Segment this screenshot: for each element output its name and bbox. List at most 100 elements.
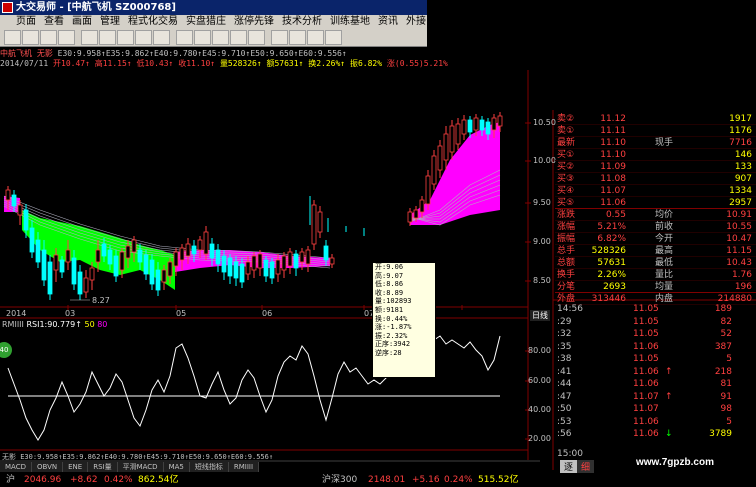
price-tick-label: 9.00 bbox=[533, 237, 551, 246]
candle-body bbox=[125, 245, 131, 259]
menu-item-5[interactable]: 实盘猎庄 bbox=[182, 15, 230, 29]
tick-row[interactable]: :53 11.06 5 bbox=[555, 416, 756, 429]
candle-body bbox=[179, 247, 185, 261]
tick-row[interactable]: :32 11.05 52 bbox=[555, 328, 756, 341]
quote-label: 买① bbox=[557, 150, 575, 160]
tick-price: 11.07 bbox=[633, 404, 659, 414]
tab-zhubi[interactable]: 逐 bbox=[560, 460, 578, 473]
menu-item-2[interactable]: 画面 bbox=[68, 15, 96, 29]
menu-item-6[interactable]: 涨停先锋 bbox=[230, 15, 278, 29]
news-icon[interactable] bbox=[289, 30, 306, 45]
quote-price: 6.82% bbox=[597, 234, 626, 244]
tick-price: 11.05 bbox=[633, 304, 659, 314]
settings-icon[interactable] bbox=[307, 30, 324, 45]
tick-row[interactable]: :47 11.07 ↑ 91 bbox=[555, 391, 756, 404]
quote-volume: 11.15 bbox=[726, 246, 752, 256]
candle-body bbox=[89, 267, 95, 281]
ma-line bbox=[409, 174, 501, 222]
indicator-tab[interactable]: OBVN bbox=[31, 462, 64, 472]
tick-volume: 81 bbox=[720, 379, 732, 389]
window-icon[interactable] bbox=[325, 30, 342, 45]
date-tick-label: 03 bbox=[65, 309, 76, 318]
candle-body bbox=[455, 123, 461, 145]
calc-icon[interactable] bbox=[230, 30, 247, 45]
rsi-tick-label: 60.00 bbox=[528, 376, 551, 385]
quote-row: 涨跌 0.55 均价 10.91 bbox=[555, 209, 756, 221]
menu-item-7[interactable]: 技术分析 bbox=[278, 15, 326, 29]
info-turnover: 换2.26%↑ bbox=[308, 59, 346, 68]
sh-value: 2046.96 bbox=[24, 475, 62, 485]
home-icon[interactable] bbox=[40, 30, 57, 45]
tick-row[interactable]: :50 11.07 98 bbox=[555, 403, 756, 416]
tick-volume: 91 bbox=[720, 391, 732, 402]
ma-line bbox=[3, 205, 331, 269]
menu-item-4[interactable]: 程式化交易 bbox=[124, 15, 182, 29]
minute-icon[interactable] bbox=[135, 30, 152, 45]
sh-amount: 862.54亿 bbox=[138, 475, 179, 485]
candle-body bbox=[461, 119, 467, 135]
info-volume: 量528326↑ bbox=[219, 59, 262, 68]
tick-row[interactable]: :29 11.05 82 bbox=[555, 316, 756, 329]
indicator-tab[interactable]: RMIIII bbox=[228, 462, 260, 472]
tick-price: 11.06 bbox=[633, 416, 659, 427]
period-tab[interactable]: 日线 bbox=[530, 310, 550, 321]
indicator-tab[interactable]: 平滑MACD bbox=[117, 462, 164, 472]
quote-label: 买② bbox=[557, 162, 575, 172]
price-tick-label: 10.00 bbox=[533, 156, 556, 165]
alert-icon[interactable] bbox=[271, 30, 288, 45]
info-low: 低10.43↑ bbox=[136, 59, 174, 68]
tab-xi[interactable]: 细 bbox=[577, 460, 595, 473]
chart-icon[interactable] bbox=[99, 30, 116, 45]
kline-icon[interactable] bbox=[117, 30, 134, 45]
sh-percent: 0.42% bbox=[104, 475, 133, 485]
indicator-tab[interactable]: 短线指标 bbox=[189, 462, 229, 472]
tick-row[interactable]: :35 11.06 387 bbox=[555, 341, 756, 354]
menu-item-9[interactable]: 资讯 bbox=[374, 15, 402, 29]
forward-icon[interactable] bbox=[22, 30, 39, 45]
candle-body bbox=[71, 257, 77, 285]
stock-name: 中航飞机 无影 bbox=[0, 49, 53, 58]
menu-item-3[interactable]: 管理 bbox=[96, 15, 124, 29]
candle-body bbox=[95, 249, 101, 263]
menu-item-10[interactable]: 外接 bbox=[402, 15, 430, 29]
tick-row[interactable]: :38 11.05 5 bbox=[555, 353, 756, 366]
back-icon[interactable] bbox=[4, 30, 21, 45]
candle-body bbox=[35, 239, 41, 263]
draw-icon[interactable] bbox=[212, 30, 229, 45]
candle-body bbox=[77, 271, 83, 295]
rsi-badge-icon[interactable]: 40 bbox=[0, 342, 12, 358]
tick-row[interactable]: :56 11.06 ↓ 3789 bbox=[555, 428, 756, 441]
tick-list[interactable]: 14:56 11.05 189:29 11.05 82:32 11.05 52:35 11.0… bbox=[555, 303, 756, 445]
f10-icon[interactable] bbox=[248, 30, 265, 45]
zoom-in-icon[interactable] bbox=[153, 30, 170, 45]
indicator-tab[interactable]: RSI量 bbox=[88, 462, 118, 472]
menu-item-8[interactable]: 训练基地 bbox=[326, 15, 374, 29]
quote-label: 振幅 bbox=[557, 234, 576, 244]
candle-body bbox=[5, 189, 11, 201]
candle-body bbox=[155, 269, 161, 291]
quote-label: 买④ bbox=[557, 186, 575, 196]
refresh-icon[interactable] bbox=[58, 30, 75, 45]
indicator-tab[interactable]: ENE bbox=[63, 462, 89, 472]
list-icon[interactable] bbox=[81, 30, 98, 45]
candle-body bbox=[257, 253, 263, 269]
tick-row[interactable]: :41 11.06 ↑ 218 bbox=[555, 366, 756, 379]
tick-row[interactable]: 14:56 11.05 189 bbox=[555, 303, 756, 316]
tick-time: :32 bbox=[557, 329, 572, 339]
ma-line bbox=[3, 199, 331, 263]
indicator-icon[interactable] bbox=[194, 30, 211, 45]
menu-item-1[interactable]: 查看 bbox=[40, 15, 68, 29]
zoom-out-icon[interactable] bbox=[176, 30, 193, 45]
quote-price: 11.10 bbox=[600, 138, 626, 148]
candle-body bbox=[167, 261, 173, 277]
menu-item-0[interactable]: 页面 bbox=[4, 15, 40, 29]
ma-line bbox=[3, 195, 331, 259]
tick-time: :44 bbox=[557, 379, 572, 389]
quote-extra-label: 今开 bbox=[655, 234, 674, 244]
low-price-label: 8.27 bbox=[92, 296, 110, 305]
candle-body bbox=[137, 249, 143, 263]
right-bottom-tabs: 逐 细 bbox=[560, 460, 595, 473]
tick-row[interactable]: :44 11.06 81 bbox=[555, 378, 756, 391]
indicator-tab[interactable]: MA5 bbox=[163, 462, 190, 472]
indicator-tab[interactable]: MACD bbox=[0, 462, 32, 472]
